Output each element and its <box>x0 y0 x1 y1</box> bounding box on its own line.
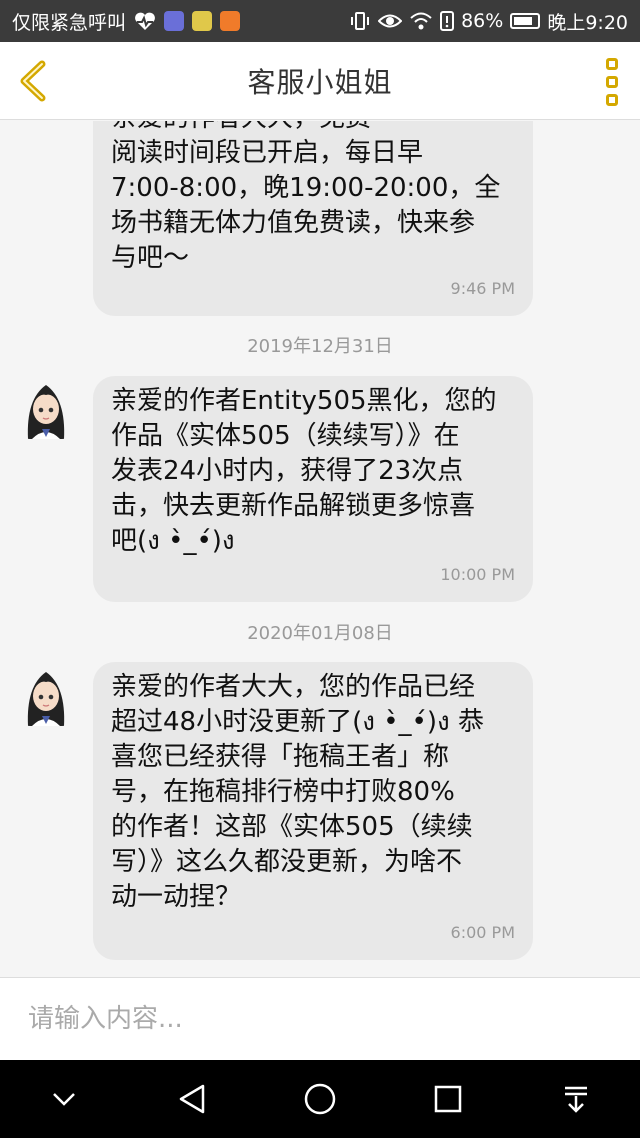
recents-square-icon[interactable] <box>418 1069 478 1129</box>
status-bar: 仅限紧急呼叫 86% 晚上9:20 <box>0 0 640 42</box>
wifi-icon <box>410 12 432 30</box>
battery-percent: 86% <box>461 10 504 32</box>
chevron-down-icon[interactable] <box>34 1069 94 1129</box>
message-input-bar <box>0 977 640 1060</box>
eye-icon <box>378 14 403 28</box>
message-text: 亲爱的作者大大，免费 阅读时间段已开启，每日早 7:00-8:00，晚19:00… <box>111 121 501 273</box>
message-text: 亲爱的作者大大，您的作品已经 超过48小时没更新了(ง •̀_•́)ง 恭 喜您… <box>111 672 484 912</box>
heartbeat-icon <box>135 12 155 30</box>
battery-icon <box>510 13 541 29</box>
carrier-text: 仅限紧急呼叫 <box>12 11 127 34</box>
more-dot <box>606 94 618 106</box>
alert-icon <box>440 11 455 31</box>
system-nav-bar <box>0 1060 640 1138</box>
notification-pull-icon[interactable] <box>546 1069 606 1129</box>
vibrate-icon <box>351 12 370 30</box>
message-time: 9:46 PM <box>450 279 515 298</box>
home-circle-icon[interactable] <box>290 1069 350 1129</box>
message-bubble: 亲爱的作者Entity505黑化，您的 作品《实体505（续续写）》在 发表24… <box>93 376 533 602</box>
video-app-icon <box>220 11 241 31</box>
clock-time: 晚上9:20 <box>547 11 628 34</box>
chevron-left-icon[interactable] <box>14 60 54 102</box>
message-time: 10:00 PM <box>440 565 515 584</box>
back-triangle-icon[interactable] <box>162 1069 222 1129</box>
more-vertical-icon[interactable] <box>606 58 624 106</box>
chat-title: 客服小姐姐 <box>247 65 393 99</box>
message-bubble: 亲爱的作者大大，免费 阅读时间段已开启，每日早 7:00-8:00，晚19:00… <box>93 121 533 316</box>
message-text: 亲爱的作者Entity505黑化，您的 作品《实体505（续续写）》在 发表24… <box>111 386 497 556</box>
avatar[interactable] <box>22 666 70 726</box>
date-separator: 2020年01月08日 <box>247 623 393 644</box>
more-dot <box>606 58 618 70</box>
message-bubble: 亲爱的作者大大，您的作品已经 超过48小时没更新了(ง •̀_•́)ง 恭 喜您… <box>93 662 533 960</box>
music-app-icon <box>164 11 185 31</box>
message-input[interactable] <box>26 1003 590 1035</box>
avatar[interactable] <box>22 379 70 439</box>
message-list[interactable]: 亲爱的作者大大，免费 阅读时间段已开启，每日早 7:00-8:00，晚19:00… <box>0 121 640 977</box>
date-separator: 2019年12月31日 <box>247 336 393 357</box>
message-time: 6:00 PM <box>450 923 515 942</box>
more-dot <box>606 76 618 88</box>
chat-header: 客服小姐姐 <box>0 42 640 120</box>
chat-app-icon <box>192 11 213 31</box>
